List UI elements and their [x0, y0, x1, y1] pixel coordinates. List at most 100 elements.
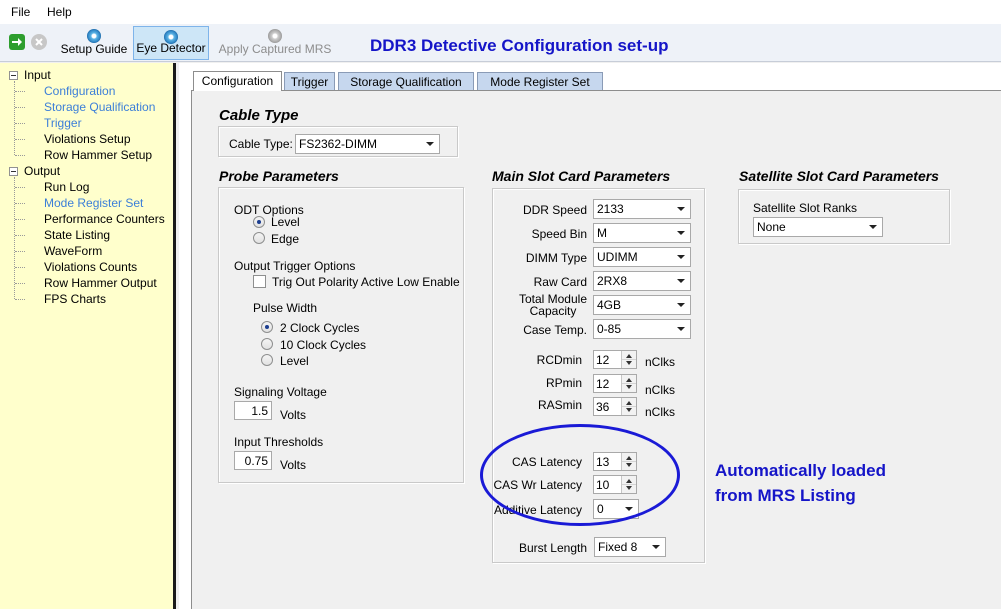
total-capacity-select[interactable]: 4GB — [593, 295, 691, 315]
tab-mode-register-set[interactable]: Mode Register Set — [477, 72, 603, 90]
tab-storage-qualification[interactable]: Storage Qualification — [338, 72, 474, 90]
tree-item-run-log[interactable]: Run Log — [44, 180, 89, 194]
menu-file[interactable]: File — [11, 5, 30, 19]
chevron-down-icon — [426, 142, 434, 146]
cable-type-label: Cable Type: — [229, 137, 293, 151]
annotation-text: Automatically loaded from MRS Listing — [715, 461, 886, 505]
tree-node-output[interactable]: Output — [24, 164, 60, 178]
speed-bin-select[interactable]: M — [593, 223, 691, 243]
rcdmin-label: RCDmin — [536, 353, 582, 367]
menu-help[interactable]: Help — [47, 5, 72, 19]
apply-mrs-icon — [268, 29, 282, 43]
speed-bin-label: Speed Bin — [531, 227, 587, 241]
spin-up-icon[interactable] — [626, 378, 632, 382]
setup-guide-button[interactable]: Setup Guide — [59, 26, 129, 60]
pulse-10-clock-label: 10 Clock Cycles — [280, 338, 367, 352]
tree-item-row-hammer-output[interactable]: Row Hammer Output — [44, 276, 157, 290]
dimm-type-label: DIMM Type — [525, 251, 587, 265]
tree-node-input[interactable]: Input — [24, 68, 51, 82]
pulse-10-clock-radio[interactable] — [261, 338, 273, 350]
spin-up-icon[interactable] — [626, 354, 632, 358]
probe-parameters-heading: Probe Parameters — [219, 168, 339, 184]
output-collapse-icon[interactable] — [9, 167, 18, 176]
pulse-level-radio[interactable] — [261, 354, 273, 366]
ddr-speed-label: DDR Speed — [522, 203, 587, 217]
rasmin-stepper[interactable]: 36 — [593, 397, 637, 416]
trig-polarity-checkbox[interactable] — [253, 275, 266, 288]
case-temp-label: Case Temp. — [523, 323, 587, 337]
spin-down-icon[interactable] — [626, 385, 632, 389]
apply-captured-mrs-button[interactable]: Apply Captured MRS — [214, 26, 336, 60]
spin-up-icon[interactable] — [626, 401, 632, 405]
input-thresholds-label: Input Thresholds — [234, 435, 324, 449]
spin-down-icon[interactable] — [626, 408, 632, 412]
burst-length-select[interactable]: Fixed 8 — [594, 537, 666, 557]
eye-detector-button[interactable]: Eye Detector — [133, 26, 209, 60]
tree-item-fps-charts[interactable]: FPS Charts — [44, 292, 106, 306]
satellite-ranks-label: Satellite Slot Ranks — [753, 201, 858, 215]
tree-item-state-listing[interactable]: State Listing — [44, 228, 110, 242]
chevron-down-icon — [677, 231, 685, 235]
tree-item-waveform[interactable]: WaveForm — [44, 244, 102, 258]
tab-trigger[interactable]: Trigger — [284, 72, 335, 90]
app-title: DDR3 Detective Configuration set-up — [370, 36, 669, 55]
ddr-speed-select[interactable]: 2133 — [593, 199, 691, 219]
raw-card-select[interactable]: 2RX8 — [593, 271, 691, 291]
spin-down-icon[interactable] — [626, 361, 632, 365]
run-icon[interactable] — [9, 34, 25, 50]
tree-item-performance-counters[interactable]: Performance Counters — [44, 212, 165, 226]
odt-edge-radio[interactable] — [253, 232, 265, 244]
odt-level-radio[interactable] — [253, 216, 265, 228]
pulse-width-label: Pulse Width — [253, 301, 318, 315]
signaling-voltage-unit: Volts — [280, 408, 307, 422]
rcdmin-unit: nClks — [645, 355, 676, 369]
chevron-down-icon — [652, 545, 660, 549]
chevron-down-icon — [869, 225, 877, 229]
main-slot-heading: Main Slot Card Parameters — [492, 168, 671, 184]
tree-item-violations-setup[interactable]: Violations Setup — [44, 132, 131, 146]
pulse-level-label: Level — [280, 354, 309, 368]
chevron-down-icon — [677, 207, 685, 211]
trig-polarity-label: Trig Out Polarity Active Low Enable — [272, 275, 460, 289]
dimm-type-select[interactable]: UDIMM — [593, 247, 691, 267]
rpmin-unit: nClks — [645, 383, 676, 397]
chevron-down-icon — [677, 279, 685, 283]
stop-icon[interactable] — [31, 34, 47, 50]
pulse-2-clock-radio[interactable] — [261, 321, 273, 333]
tree-item-row-hammer-setup[interactable]: Row Hammer Setup — [44, 148, 152, 162]
rpmin-stepper[interactable]: 12 — [593, 374, 637, 393]
odt-edge-label: Edge — [271, 232, 300, 246]
chevron-down-icon — [677, 303, 685, 307]
tree-item-violations-counts[interactable]: Violations Counts — [44, 260, 137, 274]
raw-card-label: Raw Card — [533, 275, 587, 289]
odt-level-label: Level — [271, 215, 300, 229]
input-collapse-icon[interactable] — [9, 71, 18, 80]
navigation-tree: Input Configuration Storage Qualificatio… — [0, 63, 176, 609]
tree-item-configuration[interactable]: Configuration — [44, 84, 115, 98]
cable-type-heading: Cable Type — [219, 107, 299, 124]
satellite-slot-heading: Satellite Slot Card Parameters — [739, 168, 939, 184]
pulse-2-clock-label: 2 Clock Cycles — [280, 321, 360, 335]
total-capacity-label: Total Module Capacity — [518, 292, 587, 318]
input-thresholds-unit: Volts — [280, 458, 307, 472]
output-trigger-options-label: Output Trigger Options — [234, 259, 356, 273]
satellite-ranks-select[interactable]: None — [753, 217, 883, 237]
cable-type-select[interactable]: FS2362-DIMM — [295, 134, 440, 154]
rasmin-unit: nClks — [645, 405, 676, 419]
tab-configuration[interactable]: Configuration — [193, 71, 282, 91]
tree-item-storage-qualification[interactable]: Storage Qualification — [44, 100, 155, 114]
input-thresholds-input[interactable]: 0.75 — [234, 451, 272, 470]
signaling-voltage-input[interactable]: 1.5 — [234, 401, 272, 420]
burst-length-label: Burst Length — [518, 541, 587, 555]
chevron-down-icon — [677, 327, 685, 331]
rasmin-label: RASmin — [537, 398, 582, 412]
chevron-down-icon — [677, 255, 685, 259]
menu-bar: File Help — [0, 0, 1001, 24]
tree-item-mode-register-set[interactable]: Mode Register Set — [44, 196, 143, 210]
annotation-ellipse — [480, 424, 680, 526]
case-temp-select[interactable]: 0-85 — [593, 319, 691, 339]
rcdmin-stepper[interactable]: 12 — [593, 350, 637, 369]
signaling-voltage-label: Signaling Voltage — [234, 385, 327, 399]
tree-item-trigger[interactable]: Trigger — [44, 116, 82, 130]
setup-guide-icon — [87, 29, 101, 43]
